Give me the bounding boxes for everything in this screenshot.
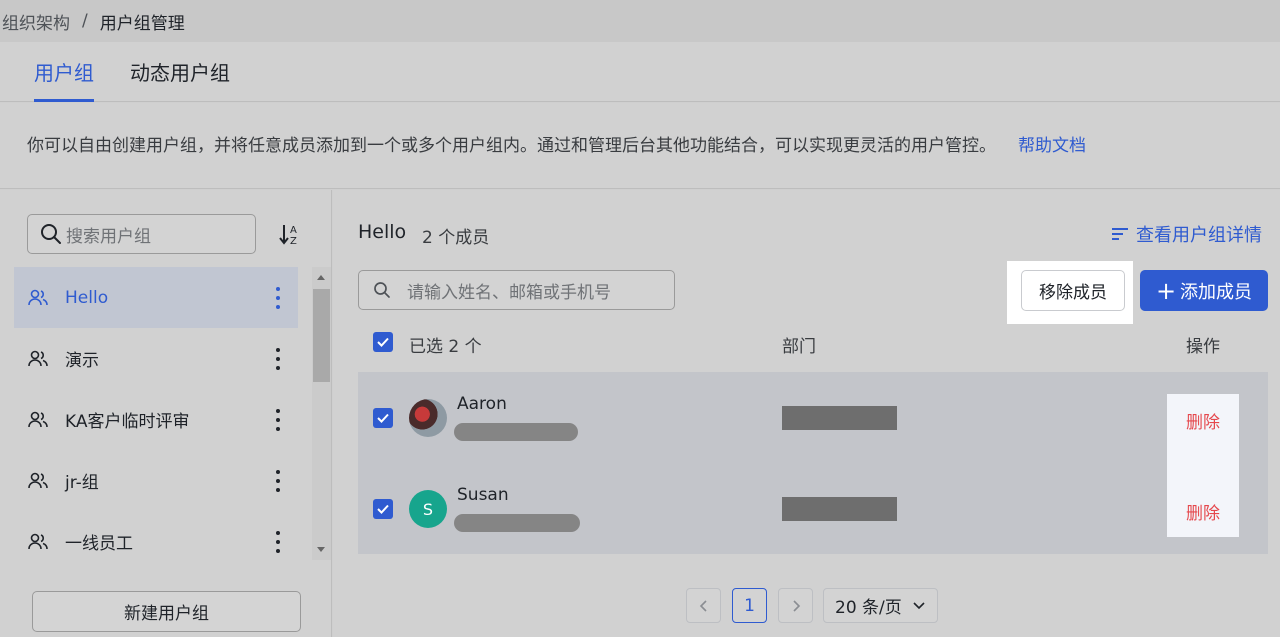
tab-user-groups[interactable]: 用户组 <box>34 42 94 102</box>
add-members-button[interactable]: + 添加成员 <box>1140 270 1268 311</box>
avatar <box>409 399 447 437</box>
scroll-up-arrow-icon[interactable] <box>317 275 325 280</box>
group-item-ka-review[interactable]: KA客户临时评审 <box>14 389 298 450</box>
search-icon <box>374 282 390 298</box>
scroll-down-arrow-icon[interactable] <box>317 547 325 552</box>
redacted-department <box>782 406 897 430</box>
member-search-input[interactable]: 请输入姓名、邮箱或手机号 <box>358 270 675 310</box>
member-table-body: Aaron 删除 S Susan 删除 <box>358 372 1268 554</box>
users-icon <box>28 289 48 305</box>
breadcrumb: 组织架构 / 用户组管理 <box>0 0 1280 42</box>
users-icon <box>28 411 48 427</box>
description-text: 你可以自由创建用户组，并将任意成员添加到一个或多个用户组内。通过和管理后台其他功… <box>27 136 996 156</box>
group-item-frontline[interactable]: 一线员工 <box>14 511 298 572</box>
users-icon <box>28 350 48 366</box>
scroll-thumb[interactable] <box>313 289 330 382</box>
next-page-button[interactable] <box>778 588 813 623</box>
breadcrumb-current: 用户组管理 <box>99 13 185 34</box>
delete-member-link[interactable]: 删除 <box>1186 499 1220 524</box>
member-table-header: 已选 2 个 部门 操作 <box>358 320 1268 370</box>
view-group-details-label: 查看用户组详情 <box>1136 225 1262 246</box>
check-icon <box>377 413 389 423</box>
select-all-checkbox[interactable] <box>373 332 393 352</box>
column-header-department: 部门 <box>782 337 816 357</box>
group-detail-panel: Hello 2 个成员 查看用户组详情 请输入姓名、邮箱或手机号 移除成员 + … <box>333 190 1280 637</box>
more-vertical-icon[interactable] <box>272 529 284 555</box>
breadcrumb-parent[interactable]: 组织架构 <box>2 9 70 34</box>
users-icon <box>28 533 48 549</box>
add-members-label: 添加成员 <box>1180 281 1253 303</box>
page-size-select[interactable]: 20 条/页 <box>823 588 938 623</box>
more-vertical-icon[interactable] <box>272 468 284 494</box>
group-title: Hello <box>358 221 407 243</box>
table-row: Aaron 删除 <box>358 372 1268 463</box>
group-item-jr[interactable]: jr-组 <box>14 450 298 511</box>
chevron-down-icon <box>913 601 925 609</box>
check-icon <box>377 337 389 347</box>
plus-icon: + <box>1155 276 1177 305</box>
tab-bar: 用户组 动态用户组 <box>0 42 1280 102</box>
chevron-left-icon <box>699 599 707 612</box>
group-item-label: jr-组 <box>65 473 99 493</box>
row-checkbox[interactable] <box>373 408 393 428</box>
group-item-label: 一线员工 <box>65 534 133 554</box>
more-vertical-icon[interactable] <box>272 285 284 311</box>
tab-dynamic-user-groups[interactable]: 动态用户组 <box>130 42 230 102</box>
selected-count: 已选 2 个 <box>409 337 482 357</box>
search-icon <box>41 224 61 244</box>
remove-members-button[interactable]: 移除成员 <box>1021 270 1125 311</box>
member-count: 2 个成员 <box>422 228 490 248</box>
group-item-demo[interactable]: 演示 <box>14 328 298 389</box>
more-vertical-icon[interactable] <box>272 346 284 372</box>
redacted-contact <box>454 423 578 441</box>
group-search-placeholder: 搜索用户组 <box>66 226 151 247</box>
breadcrumb-separator: / <box>82 11 88 31</box>
list-details-icon <box>1112 228 1128 240</box>
page-size-value: 20 条/页 <box>835 598 902 618</box>
pagination: 1 20 条/页 <box>333 586 1280 626</box>
group-item-label: KA客户临时评审 <box>65 412 190 432</box>
check-icon <box>377 504 389 514</box>
delete-member-link[interactable]: 删除 <box>1186 408 1220 433</box>
member-name: Susan <box>457 485 509 505</box>
more-vertical-icon[interactable] <box>272 407 284 433</box>
svg-text:Z: Z <box>290 236 297 246</box>
avatar: S <box>409 490 447 528</box>
group-item-label: 演示 <box>65 351 99 371</box>
member-search-placeholder: 请输入姓名、邮箱或手机号 <box>407 282 611 303</box>
group-item-label: Hello <box>65 287 109 308</box>
new-group-button[interactable]: 新建用户组 <box>32 591 301 632</box>
column-header-actions: 操作 <box>1186 337 1220 357</box>
page-number-button[interactable]: 1 <box>732 588 767 623</box>
redacted-department <box>782 497 897 521</box>
sort-alpha-icon[interactable]: A Z <box>278 222 302 246</box>
group-sidebar: 搜索用户组 A Z Hello 演示 KA客户临时评审 jr-组 一线员工 新建… <box>0 190 332 637</box>
users-icon <box>28 472 48 488</box>
view-group-details-link[interactable]: 查看用户组详情 <box>1111 221 1262 247</box>
help-doc-link[interactable]: 帮助文档 <box>1018 136 1086 156</box>
table-row: S Susan 删除 <box>358 463 1268 554</box>
group-item-hello[interactable]: Hello <box>14 267 298 328</box>
group-list-scrollbar[interactable] <box>312 267 331 560</box>
chevron-right-icon <box>792 599 800 612</box>
prev-page-button[interactable] <box>686 588 721 623</box>
group-list: Hello 演示 KA客户临时评审 jr-组 一线员工 <box>14 267 298 572</box>
member-name: Aaron <box>457 394 507 414</box>
group-search-input[interactable]: 搜索用户组 <box>27 214 256 254</box>
svg-text:A: A <box>290 225 297 236</box>
page-description: 你可以自由创建用户组，并将任意成员添加到一个或多个用户组内。通过和管理后台其他功… <box>0 103 1280 189</box>
row-checkbox[interactable] <box>373 499 393 519</box>
redacted-contact <box>454 514 580 532</box>
